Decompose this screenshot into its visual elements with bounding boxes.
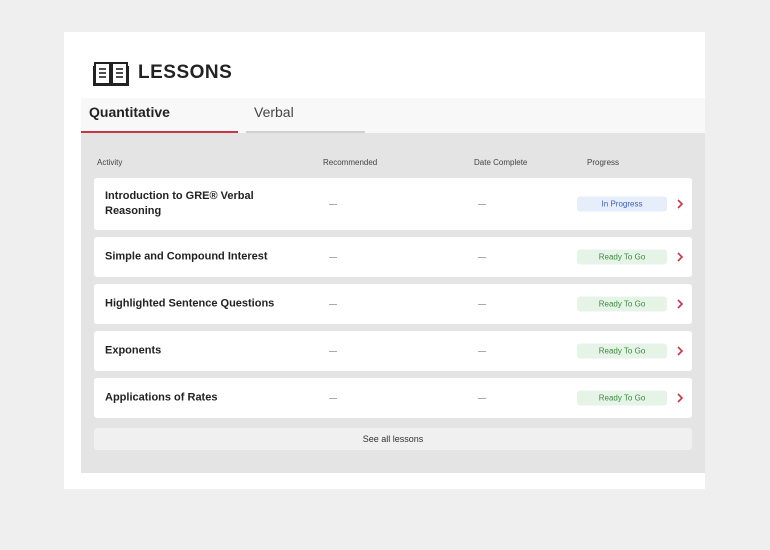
lesson-row[interactable]: Highlighted Sentence Questions — — Ready… <box>94 284 692 324</box>
status-badge: Ready To Go <box>577 296 667 312</box>
recommended-value: — <box>329 346 337 356</box>
subject-tabs: Quantitative Reasoning Verbal Reasoning <box>81 98 705 149</box>
recommended-value: — <box>329 299 337 309</box>
lesson-row[interactable]: Simple and Compound Interest — — Ready T… <box>94 237 692 277</box>
page-title: LESSONS <box>138 62 233 83</box>
tab-quantitative-reasoning[interactable]: Quantitative Reasoning <box>81 98 238 149</box>
chevron-right-icon[interactable] <box>676 251 684 263</box>
column-header-progress: Progress <box>587 158 620 167</box>
lesson-name: Applications of Rates <box>105 391 218 404</box>
tab-verbal-reasoning[interactable]: Verbal Reasoning <box>246 98 365 149</box>
chevron-right-icon[interactable] <box>676 198 684 210</box>
recommended-value: — <box>329 393 337 403</box>
column-header-activity: Activity <box>97 158 123 167</box>
open-book-icon <box>93 62 129 86</box>
see-all-lessons-button[interactable]: See all lessons <box>94 428 692 450</box>
status-badge: In Progress <box>577 196 667 212</box>
column-header-recommended: Recommended <box>323 158 378 167</box>
lesson-row[interactable]: Applications of Rates — — Ready To Go <box>94 378 692 418</box>
column-header-date-complete: Date Complete <box>474 158 528 167</box>
lesson-name: Exponents <box>105 344 162 357</box>
lesson-row[interactable]: Exponents — — Ready To Go <box>94 331 692 371</box>
lesson-name: Simple and Compound Interest <box>105 250 268 263</box>
date-complete-value: — <box>478 252 486 262</box>
date-complete-value: — <box>478 393 486 403</box>
date-complete-value: — <box>478 299 486 309</box>
recommended-value: — <box>329 252 337 262</box>
lesson-name: Introduction to GRE® Verbal Reasoning <box>105 190 254 217</box>
chevron-right-icon[interactable] <box>676 392 684 404</box>
table-header: Activity Recommended Date Complete Progr… <box>97 158 687 172</box>
date-complete-value: — <box>478 346 486 356</box>
date-complete-value: — <box>478 199 486 209</box>
chevron-right-icon[interactable] <box>676 298 684 310</box>
lessons-panel: Activity Recommended Date Complete Progr… <box>81 133 705 473</box>
lesson-row[interactable]: Introduction to GRE® Verbal Reasoning — … <box>94 178 692 230</box>
recommended-value: — <box>329 199 337 209</box>
lessons-card: LESSONS Quantitative Reasoning Verbal Re… <box>64 32 705 489</box>
status-badge: Ready To Go <box>577 343 667 359</box>
chevron-right-icon[interactable] <box>676 345 684 357</box>
lesson-name: Highlighted Sentence Questions <box>105 297 275 310</box>
status-badge: Ready To Go <box>577 390 667 406</box>
lessons-header: LESSONS <box>93 60 232 86</box>
status-badge: Ready To Go <box>577 249 667 265</box>
